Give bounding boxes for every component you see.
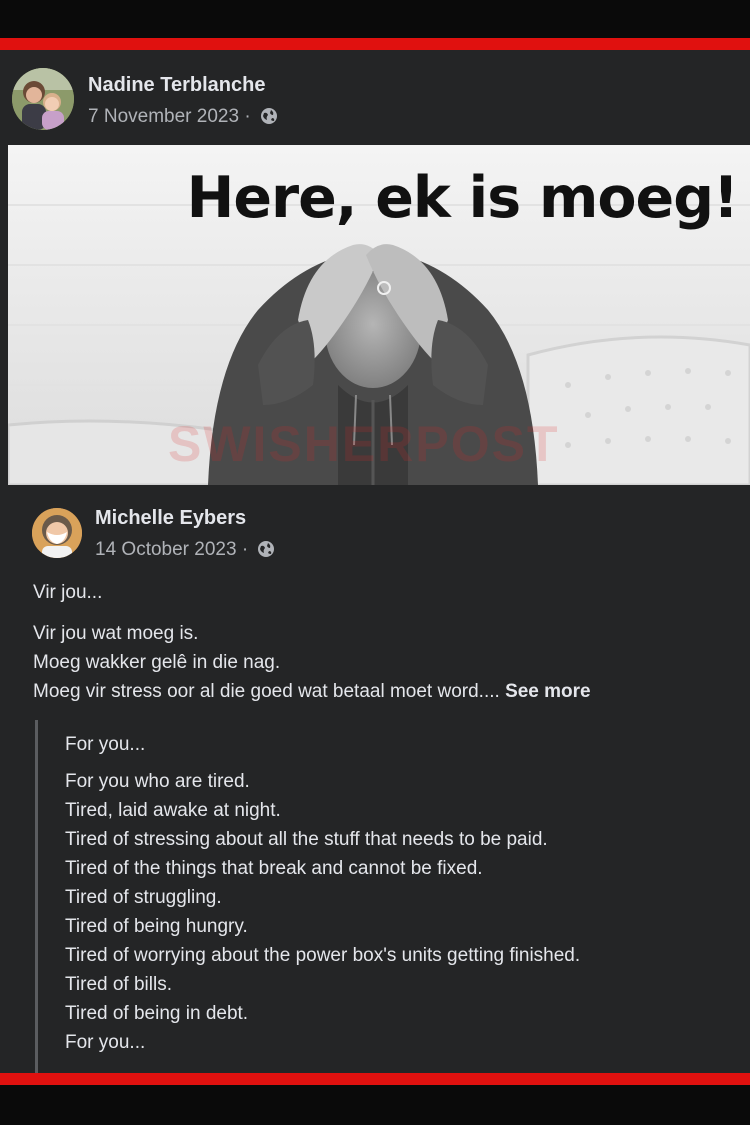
translation-intro: For you...	[65, 734, 146, 755]
text-line-last: Moeg vir stress oor al die goed wat beta…	[33, 677, 733, 706]
text-line: Vir jou wat moeg is.	[33, 623, 199, 644]
shared-post-paragraph: Vir jou wat moeg is. Moeg wakker gelê in…	[33, 619, 733, 706]
translation-line: For you who are tired.	[65, 771, 250, 792]
globe-icon	[257, 540, 275, 564]
translation-line: Tired of being hungry.	[65, 916, 248, 937]
post-image[interactable]: Here, ek is moeg! SWISHERPOST	[8, 145, 750, 485]
translation-line: Tired of struggling.	[65, 887, 222, 908]
translation-line: For you...	[65, 1032, 146, 1053]
top-red-border	[0, 38, 750, 50]
translation-quote: For you... For you who are tired. Tired,…	[35, 720, 735, 1073]
translation-line: Tired of bills.	[65, 974, 172, 995]
translation-line: Tired, laid awake at night.	[65, 800, 281, 821]
translation-line: Tired of worrying about the power box's …	[65, 945, 581, 966]
shared-author-name[interactable]: Michelle Eybers	[95, 507, 246, 530]
text-line: Moeg wakker gelê in die nag.	[33, 652, 281, 673]
translation-line: Tired of the things that break and canno…	[65, 858, 483, 879]
date-separator: ·	[236, 539, 249, 560]
translation-line: Tired of being in debt.	[65, 1003, 249, 1024]
text-line-content: Moeg vir stress oor al die goed wat beta…	[33, 681, 506, 702]
shared-post-intro: Vir jou...	[33, 582, 103, 603]
translation-line: Tired of stressing about all the stuff t…	[65, 829, 548, 850]
translation-paragraph: For you who are tired. Tired, laid awake…	[65, 767, 735, 1057]
see-more-link[interactable]: See more	[505, 681, 591, 702]
facebook-post-card: Nadine Terblanche 7 November 2023 · Here…	[0, 50, 750, 1073]
bottom-red-border	[0, 1073, 750, 1085]
image-watermark: SWISHERPOST	[168, 416, 560, 472]
image-headline: Here, ek is moeg!	[186, 165, 739, 231]
shared-post-meta: 14 October 2023 ·	[95, 539, 275, 564]
author-name[interactable]: Nadine Terblanche	[88, 74, 265, 97]
globe-icon	[260, 107, 278, 131]
author-avatar[interactable]	[12, 68, 74, 130]
post-date[interactable]: 7 November 2023	[88, 106, 239, 127]
shared-author-avatar[interactable]	[32, 508, 82, 558]
date-separator: ·	[239, 106, 251, 127]
shared-post-text: Vir jou... Vir jou wat moeg is. Moeg wak…	[33, 578, 733, 718]
post-meta: 7 November 2023 ·	[88, 106, 278, 131]
shared-post-date[interactable]: 14 October 2023	[95, 539, 237, 560]
